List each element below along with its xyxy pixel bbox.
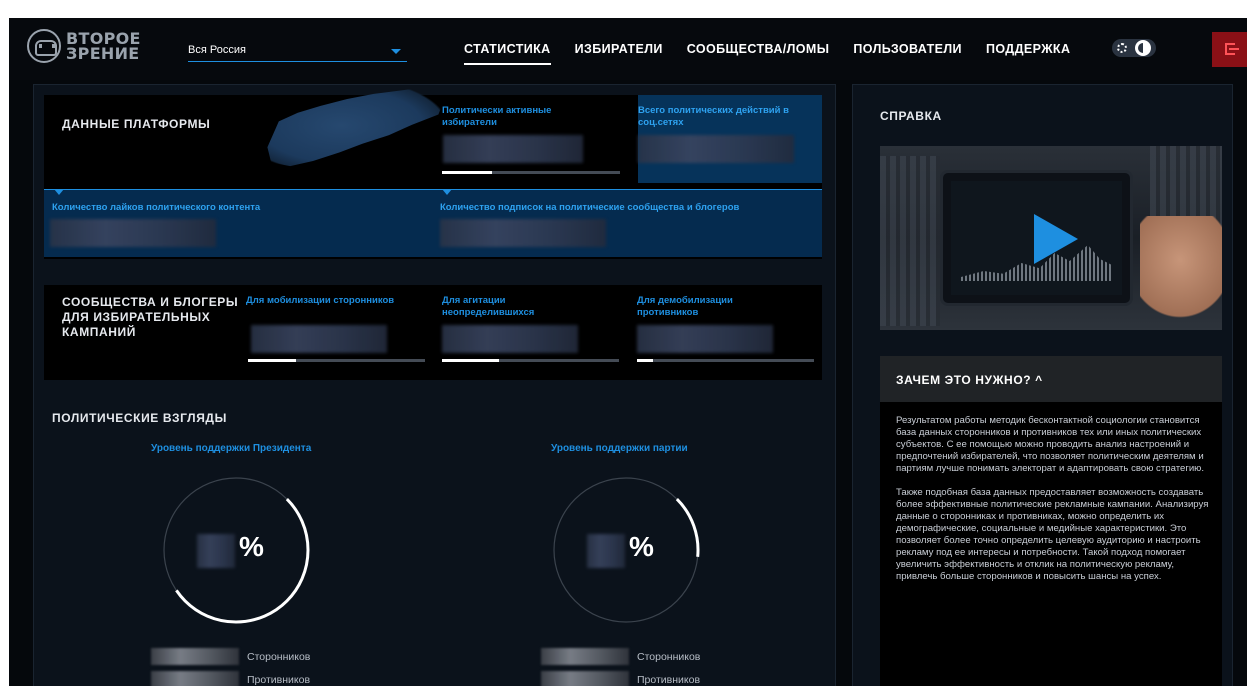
total-actions-label: Всего политических действий в соц.сетях: [638, 105, 789, 128]
communities-card: СООБЩЕСТВА И БЛОГЕРЫ ДЛЯ ИЗБИРАТЕЛЬНЫХ К…: [44, 285, 822, 380]
russia-map-image: [267, 87, 446, 167]
why-needed-title: ЗАЧЕМ ЭТО НУЖНО? ^: [896, 373, 1043, 387]
gauge-ring: [162, 476, 310, 624]
header: ВТОРОЕ ЗРЕНИЕ Вся Россия СТАТИСТИКА ИЗБИ…: [9, 18, 1247, 80]
communities-title: СООБЩЕСТВА И БЛОГЕРЫ ДЛЯ ИЗБИРАТЕЛЬНЫХ К…: [62, 295, 239, 339]
percent-sign: %: [239, 531, 264, 562]
political-views-title: ПОЛИТИЧЕСКИЕ ВЗГЛЯДЫ: [52, 411, 227, 425]
region-value: Вся Россия: [188, 44, 246, 56]
mobilization-label[interactable]: Для мобилизации сторонников: [246, 295, 426, 307]
total-actions-value-blurred: [638, 135, 794, 163]
active-voters-value-blurred: [443, 135, 583, 163]
why-needed-header[interactable]: ЗАЧЕМ ЭТО НУЖНО? ^: [880, 356, 1222, 402]
logo-text: ВТОРОЕ ЗРЕНИЕ: [66, 31, 141, 63]
percent-sign: %: [629, 531, 654, 562]
nav-support[interactable]: ПОДДЕРЖКА: [986, 42, 1070, 56]
agitation-value-blurred: [442, 325, 578, 353]
legend-supporters-label: Сторонников: [247, 650, 311, 663]
active-voters-label[interactable]: Политически активные избиратели: [442, 105, 592, 129]
demobilization-label[interactable]: Для демобилизации противников: [637, 295, 777, 319]
likes-value-blurred: [50, 219, 216, 247]
why-needed-section: ЗАЧЕМ ЭТО НУЖНО? ^ Результатом работы ме…: [880, 356, 1222, 686]
total-actions-card[interactable]: Всего политических действий в соц.сетях: [638, 95, 822, 183]
party-support-label: Уровень поддержки партии: [551, 443, 688, 454]
logo[interactable]: ВТОРОЕ ЗРЕНИЕ: [27, 29, 141, 63]
gauge-arc: [162, 476, 310, 624]
caret-down-icon: [391, 49, 401, 54]
why-paragraph-2: Также подобная база данных предоставляет…: [896, 487, 1209, 582]
supporters-value-blurred: [151, 648, 239, 665]
statistics-panel: ДАННЫЕ ПЛАТФОРМЫ Политически активные из…: [33, 84, 836, 686]
why-paragraph-1: Результатом работы методик бесконтактной…: [896, 415, 1205, 474]
server-rack-image: [880, 156, 940, 326]
likes-label[interactable]: Количество лайков политического контента: [52, 202, 412, 214]
main-nav: СТАТИСТИКА ИЗБИРАТЕЛИ СООБЩЕСТВА/ЛОМЫ ПО…: [464, 42, 1094, 65]
legend-opponents-label: Противников: [637, 673, 701, 686]
legend-opponents-label: Противников: [247, 673, 311, 686]
help-panel: СПРАВКА ЗАЧЕМ ЭТО НУЖНО? ^ Результатом р…: [852, 84, 1233, 686]
pointer-triangle-icon: [54, 189, 64, 195]
president-support-label: Уровень поддержки Президента: [151, 443, 312, 454]
platform-title: ДАННЫЕ ПЛАТФОРМЫ: [62, 117, 211, 131]
subscriptions-label[interactable]: Количество подписок на политические сооб…: [440, 202, 820, 214]
play-icon[interactable]: [1034, 214, 1078, 264]
hand-image: [1140, 216, 1222, 326]
legend-opponents: Противников: [151, 671, 310, 686]
mobilization-progress: [248, 359, 425, 362]
supporters-value-blurred: [541, 648, 629, 665]
logo-line-2: ЗРЕНИЕ: [66, 44, 140, 63]
logout-button[interactable]: [1212, 32, 1247, 67]
demobilization-value-blurred: [637, 325, 773, 353]
active-voters-progress: [442, 171, 620, 174]
president-support-gauge: %: [161, 475, 311, 625]
active-voters-progress-fill: [442, 171, 492, 174]
legend-opponents: Противников: [541, 671, 700, 686]
party-value-blurred: [587, 534, 625, 568]
pointer-triangle-icon: [442, 189, 452, 195]
help-video[interactable]: [880, 146, 1222, 330]
party-support-gauge: %: [551, 475, 701, 625]
demobilization-progress-fill: [637, 359, 653, 362]
region-select[interactable]: Вся Россия: [188, 40, 407, 62]
agitation-label[interactable]: Для агитации неопределившихся: [442, 295, 562, 319]
mobilization-progress-fill: [248, 359, 296, 362]
mobilization-value-blurred: [251, 325, 387, 353]
likes-subscriptions-strip: Количество лайков политического контента…: [44, 189, 822, 257]
nav-voters[interactable]: ИЗБИРАТЕЛИ: [575, 42, 663, 56]
app-window: ВТОРОЕ ЗРЕНИЕ Вся Россия СТАТИСТИКА ИЗБИ…: [9, 18, 1247, 686]
opponents-value-blurred: [541, 671, 629, 686]
agitation-progress: [442, 359, 619, 362]
gauge-ring: [552, 476, 700, 624]
nav-communities[interactable]: СООБЩЕСТВА/ЛОМЫ: [687, 42, 830, 56]
nav-statistics[interactable]: СТАТИСТИКА: [464, 42, 551, 65]
theme-toggle[interactable]: [1112, 39, 1156, 57]
subscriptions-value-blurred: [440, 219, 606, 247]
nav-users[interactable]: ПОЛЬЗОВАТЕЛИ: [853, 42, 962, 56]
moon-icon: [1135, 40, 1151, 56]
legend-supporters: Сторонников: [541, 648, 700, 665]
gauge-arc: [552, 476, 700, 624]
opponents-value-blurred: [151, 671, 239, 686]
legend-supporters: Сторонников: [151, 648, 310, 665]
president-value-blurred: [197, 534, 235, 568]
legend-supporters-label: Сторонников: [637, 650, 701, 663]
agitation-progress-fill: [442, 359, 499, 362]
sun-icon: [1117, 43, 1127, 53]
why-needed-body: Результатом работы методик бесконтактной…: [896, 415, 1214, 595]
demobilization-progress: [637, 359, 814, 362]
logout-arrow-icon: [1229, 48, 1239, 50]
logo-eye-icon: [27, 29, 61, 63]
help-title: СПРАВКА: [880, 109, 942, 123]
